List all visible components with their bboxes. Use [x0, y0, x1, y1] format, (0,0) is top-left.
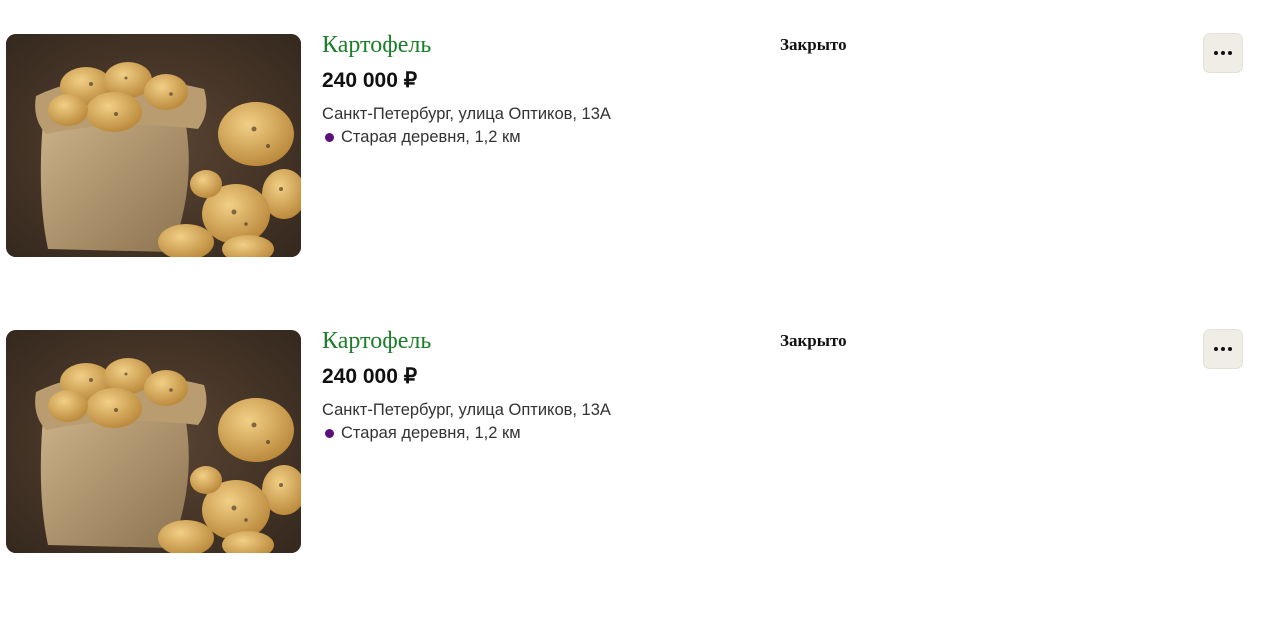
listing-price: 240 000 ₽ — [322, 69, 418, 92]
status-badge: Закрыто — [780, 331, 847, 350]
more-options-button[interactable] — [1203, 33, 1243, 73]
metro-line-dot-icon — [325, 133, 334, 142]
listing-card[interactable]: Картофель 240 000 ₽ Санкт-Петербург, ули… — [0, 328, 1264, 568]
metro-station-label: Старая деревня, 1,2 км — [341, 424, 521, 442]
listing-address: Санкт-Петербург, улица Оптиков, 13А — [322, 105, 611, 123]
listing-photo[interactable] — [6, 34, 301, 257]
listing-card[interactable]: Картофель 240 000 ₽ Санкт-Петербург, ули… — [0, 32, 1264, 272]
more-options-button[interactable] — [1203, 329, 1243, 369]
more-horizontal-icon — [1214, 347, 1232, 351]
listing-address: Санкт-Петербург, улица Оптиков, 13А — [322, 401, 611, 419]
more-horizontal-icon — [1214, 51, 1232, 55]
listing-title[interactable]: Картофель — [322, 328, 431, 355]
listing-price: 240 000 ₽ — [322, 365, 418, 388]
metro-station: Старая деревня, 1,2 км — [322, 128, 521, 147]
status-badge: Закрыто — [780, 35, 847, 54]
listing-photo[interactable] — [6, 330, 301, 553]
metro-station: Старая деревня, 1,2 км — [322, 424, 521, 443]
metro-station-label: Старая деревня, 1,2 км — [341, 128, 521, 146]
metro-line-dot-icon — [325, 429, 334, 438]
listing-title[interactable]: Картофель — [322, 32, 431, 59]
